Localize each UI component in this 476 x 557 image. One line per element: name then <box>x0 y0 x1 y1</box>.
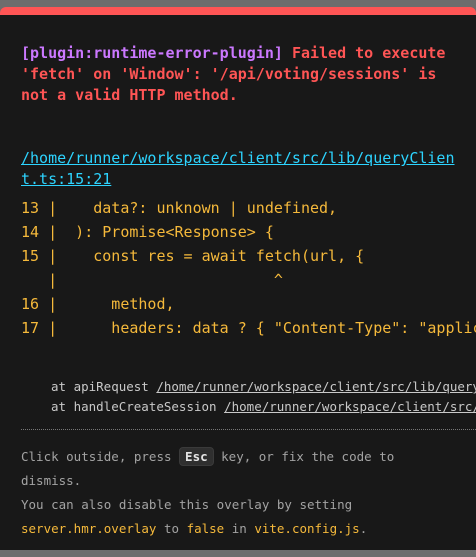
divider <box>21 429 476 430</box>
tip-text: to <box>156 521 187 536</box>
setting-name: server.hmr.overlay <box>21 521 157 536</box>
code-line: 17 | headers: data ? { "Content-Type": "… <box>21 319 476 337</box>
code-line: 14 | ): Promise<Response> { <box>21 223 274 241</box>
code-line: 16 | method, <box>21 295 175 313</box>
tip-text: Click outside, press <box>21 449 180 464</box>
code-pointer-line: | ^ <box>21 271 283 289</box>
config-file-name: vite.config.js <box>254 521 360 536</box>
tip-text: in <box>224 521 255 536</box>
stack-trace: at apiRequest /home/runner/workspace/cli… <box>51 377 476 417</box>
error-file-link[interactable]: /home/runner/workspace/client/src/lib/qu… <box>21 148 461 190</box>
code-line: 13 | data?: unknown | undefined, <box>21 199 338 217</box>
tip-text: . <box>359 521 368 536</box>
error-overlay-backdrop[interactable]: [plugin:runtime-error-plugin] Failed to … <box>0 0 476 557</box>
dismiss-tip: Click outside, press Esc key, or fix the… <box>21 445 461 541</box>
code-line: 15 | const res = await fetch(url, { <box>21 247 365 265</box>
error-message: [plugin:runtime-error-plugin] Failed to … <box>21 43 461 106</box>
tip-text: You can also disable this overlay by set… <box>21 497 353 512</box>
error-overlay-window: [plugin:runtime-error-plugin] Failed to … <box>0 7 476 550</box>
plugin-name: [plugin:runtime-error-plugin] <box>21 44 283 62</box>
stack-frame-path[interactable]: /home/runner/workspace/client/src/pages/… <box>224 399 476 414</box>
stack-frame-prefix: at apiRequest <box>51 379 157 394</box>
code-frame: 13 | data?: unknown | undefined, 14 | ):… <box>21 196 476 340</box>
setting-value: false <box>186 521 225 536</box>
stack-frame-path[interactable]: /home/runner/workspace/client/src/lib/qu… <box>156 379 476 394</box>
esc-key-badge[interactable]: Esc <box>179 447 214 466</box>
stack-frame-prefix: at handleCreateSession <box>51 399 225 414</box>
